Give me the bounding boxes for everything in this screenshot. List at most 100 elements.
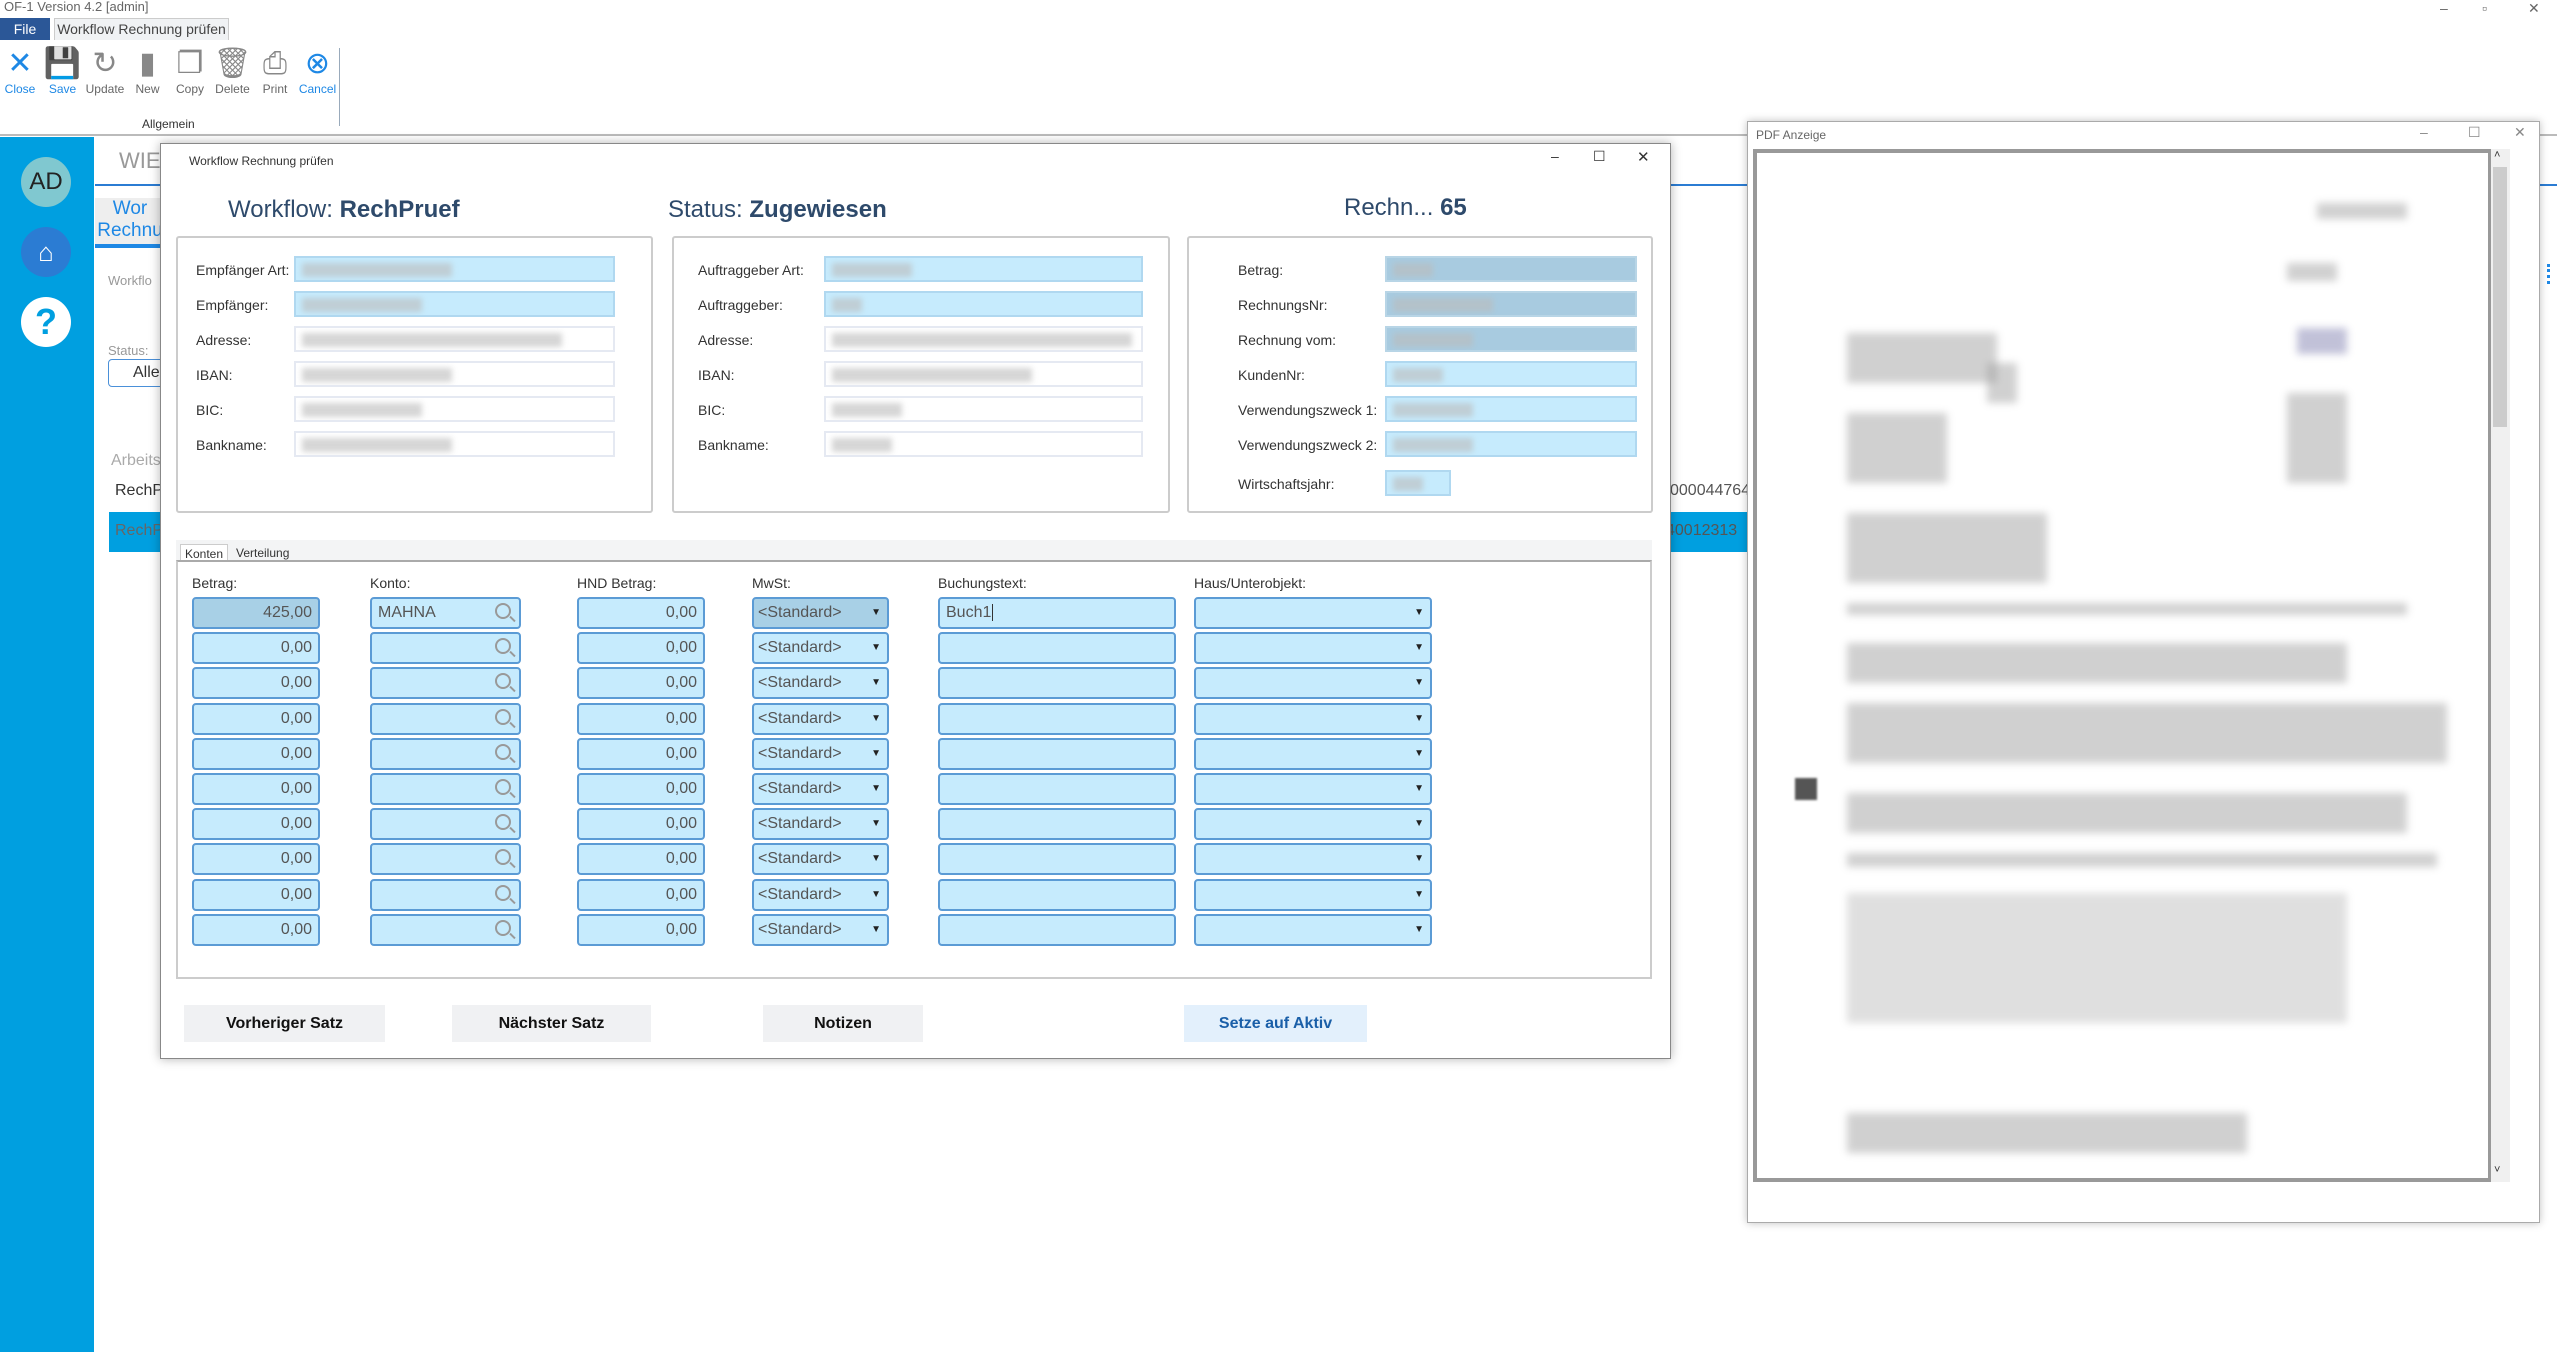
blurred-input-field[interactable]	[824, 361, 1143, 387]
konto-input[interactable]	[370, 702, 521, 735]
pdf-maximize-icon[interactable]: ☐	[2468, 124, 2481, 141]
buchungstext-input[interactable]	[938, 737, 1176, 770]
konto-input[interactable]	[370, 913, 521, 946]
betrag-input[interactable]: 0,00	[192, 702, 320, 735]
hnd-betrag-input[interactable]: 0,00	[577, 878, 705, 911]
bg-list-row-selected[interactable]: RechP	[109, 512, 164, 552]
betrag-input[interactable]: 0,00	[192, 878, 320, 911]
buchungstext-input[interactable]	[938, 878, 1176, 911]
search-icon[interactable]	[495, 673, 511, 690]
buchungstext-input[interactable]	[938, 808, 1176, 841]
hnd-betrag-input[interactable]: 0,00	[577, 632, 705, 665]
betrag-input[interactable]: 0,00	[192, 808, 320, 841]
search-icon[interactable]	[495, 919, 511, 936]
search-icon[interactable]	[495, 849, 511, 866]
close-button[interactable]: ✕ Close	[0, 46, 40, 96]
hnd-betrag-input[interactable]: 0,00	[577, 808, 705, 841]
maximize-icon[interactable]: ▫	[2482, 0, 2487, 16]
blurred-input-field[interactable]	[824, 326, 1143, 352]
buchungstext-input[interactable]	[938, 843, 1176, 876]
mwst-select[interactable]: <Standard> ▼	[752, 878, 889, 911]
hnd-betrag-input[interactable]: 0,00	[577, 913, 705, 946]
haus-select[interactable]: ▼	[1194, 667, 1432, 700]
haus-select[interactable]: ▼	[1194, 773, 1432, 805]
previous-record-button[interactable]: Vorheriger Satz	[184, 1005, 385, 1042]
hnd-betrag-input[interactable]: 0,00	[577, 773, 705, 805]
mwst-select[interactable]: <Standard> ▼	[752, 843, 889, 876]
pdf-scrollbar[interactable]: ˄ ˅	[2488, 149, 2510, 1182]
bg-list-row[interactable]: RechP	[115, 482, 163, 500]
konto-input[interactable]	[370, 667, 521, 700]
mwst-select[interactable]: <Standard> ▼	[752, 702, 889, 735]
haus-select[interactable]: ▼	[1194, 843, 1432, 876]
search-icon[interactable]	[495, 884, 511, 901]
mwst-select[interactable]: <Standard> ▼	[752, 597, 889, 629]
konto-input[interactable]	[370, 808, 521, 841]
workflow-tab[interactable]: Workflow Rechnung prüfen	[54, 18, 229, 40]
hnd-betrag-input[interactable]: 0,00	[577, 667, 705, 700]
copy-button[interactable]: ❐ Copy	[170, 46, 210, 96]
blurred-input-field[interactable]	[824, 431, 1143, 457]
haus-select[interactable]: ▼	[1194, 878, 1432, 911]
cancel-button[interactable]: ⊗ Cancel	[298, 46, 338, 96]
minimize-icon[interactable]: –	[2440, 0, 2448, 16]
new-button[interactable]: ▮ New	[128, 46, 168, 96]
haus-select[interactable]: ▼	[1194, 737, 1432, 770]
mwst-select[interactable]: <Standard> ▼	[752, 808, 889, 841]
blurred-input-field[interactable]	[824, 291, 1143, 317]
betrag-input[interactable]: 425,00	[192, 597, 320, 629]
konto-input[interactable]	[370, 737, 521, 770]
blurred-input-field[interactable]	[1385, 470, 1451, 496]
next-record-button[interactable]: Nächster Satz	[452, 1005, 651, 1042]
notes-button[interactable]: Notizen	[763, 1005, 923, 1042]
blurred-input-field[interactable]	[294, 396, 615, 422]
search-icon[interactable]	[495, 708, 511, 725]
blurred-input-field[interactable]	[294, 326, 615, 352]
print-button[interactable]: ⎙ Print	[255, 46, 295, 96]
haus-select[interactable]: ▼	[1194, 808, 1432, 841]
blurred-input-field[interactable]	[1385, 291, 1637, 317]
konto-input[interactable]	[370, 632, 521, 665]
haus-select[interactable]: ▼	[1194, 632, 1432, 665]
konto-input[interactable]: MAHNA	[370, 597, 521, 629]
betrag-input[interactable]: 0,00	[192, 843, 320, 876]
search-icon[interactable]	[495, 603, 511, 619]
pdf-close-icon[interactable]: ✕	[2514, 124, 2526, 141]
haus-select[interactable]: ▼	[1194, 913, 1432, 946]
close-icon[interactable]: ✕	[2528, 0, 2540, 17]
blurred-input-field[interactable]	[1385, 431, 1637, 457]
blurred-input-field[interactable]	[1385, 256, 1637, 282]
delete-button[interactable]: 🗑 Delete	[213, 46, 253, 96]
blurred-input-field[interactable]	[1385, 361, 1637, 387]
blurred-input-field[interactable]	[294, 256, 615, 282]
konto-input[interactable]	[370, 878, 521, 911]
hnd-betrag-input[interactable]: 0,00	[577, 597, 705, 629]
dialog-minimize-icon[interactable]: –	[1551, 148, 1559, 164]
mwst-select[interactable]: <Standard> ▼	[752, 632, 889, 665]
betrag-input[interactable]: 0,00	[192, 737, 320, 770]
dialog-maximize-icon[interactable]: ☐	[1593, 148, 1606, 165]
betrag-input[interactable]: 0,00	[192, 667, 320, 700]
search-icon[interactable]	[495, 743, 511, 760]
scroll-thumb[interactable]	[2493, 167, 2507, 427]
buchungstext-input[interactable]	[938, 632, 1176, 665]
hnd-betrag-input[interactable]: 0,00	[577, 702, 705, 735]
blurred-input-field[interactable]	[824, 256, 1143, 282]
search-icon[interactable]	[495, 814, 511, 831]
blurred-input-field[interactable]	[1385, 326, 1637, 352]
scroll-down-icon[interactable]: ˅	[2494, 1164, 2500, 1176]
betrag-input[interactable]: 0,00	[192, 913, 320, 946]
konto-input[interactable]	[370, 773, 521, 805]
file-tab[interactable]: File	[0, 18, 50, 40]
buchungstext-input[interactable]	[938, 913, 1176, 946]
buchungstext-input[interactable]	[938, 702, 1176, 735]
avatar[interactable]: AD	[21, 157, 71, 207]
hnd-betrag-input[interactable]: 0,00	[577, 737, 705, 770]
blurred-input-field[interactable]	[824, 396, 1143, 422]
update-button[interactable]: ↻ Update	[85, 46, 125, 96]
search-icon[interactable]	[495, 638, 511, 655]
blurred-input-field[interactable]	[1385, 396, 1637, 422]
blurred-input-field[interactable]	[294, 431, 615, 457]
mwst-select[interactable]: <Standard> ▼	[752, 667, 889, 700]
buchungstext-input[interactable]	[938, 773, 1176, 805]
